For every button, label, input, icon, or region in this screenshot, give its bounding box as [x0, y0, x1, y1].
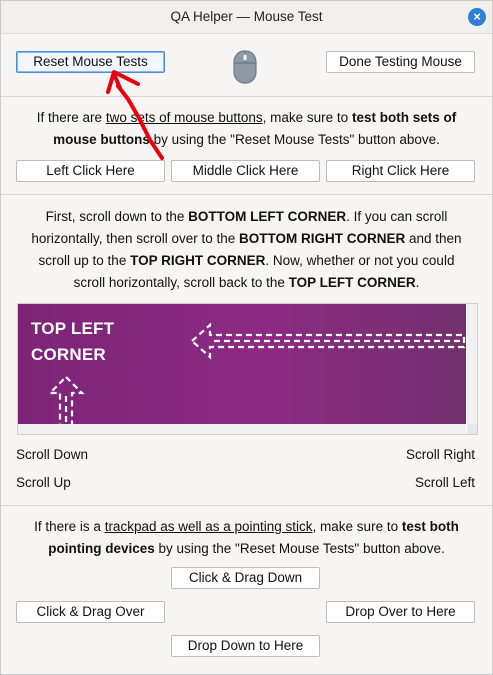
- scroll-test-area[interactable]: TOP LEFT CORNER: [17, 303, 478, 435]
- middle-click-button[interactable]: Middle Click Here: [171, 160, 320, 182]
- left-click-button[interactable]: Left Click Here: [16, 160, 165, 182]
- window-title: QA Helper — Mouse Test: [170, 9, 323, 24]
- reset-mouse-tests-button[interactable]: Reset Mouse Tests: [16, 51, 165, 73]
- click-drag-down-button[interactable]: Click & Drag Down: [171, 567, 320, 589]
- scrollbar-corner: [467, 424, 477, 434]
- scroll-up-label: Scroll Up: [16, 475, 71, 490]
- canvas-label-line2: CORNER: [31, 345, 106, 364]
- drop-over-target[interactable]: Drop Over to Here: [326, 601, 475, 623]
- scroll-down-label: Scroll Down: [16, 447, 89, 462]
- drop-down-target[interactable]: Drop Down to Here: [171, 635, 320, 657]
- separator: [1, 96, 492, 97]
- separator: [1, 194, 492, 195]
- title-bar[interactable]: QA Helper — Mouse Test ×: [1, 1, 492, 34]
- mouse-buttons-instructions: If there are two sets of mouse buttons, …: [36, 110, 457, 147]
- scroll-instructions: First, scroll down to the BOTTOM LEFT CO…: [31, 209, 462, 290]
- right-click-button[interactable]: Right Click Here: [326, 160, 475, 182]
- separator: [1, 505, 492, 506]
- drag-instructions: If there is a trackpad as well as a poin…: [34, 519, 459, 556]
- done-testing-mouse-button[interactable]: Done Testing Mouse: [326, 51, 475, 73]
- canvas-corner-label: TOP LEFT CORNER: [31, 316, 114, 368]
- left-arrow-icon: [190, 322, 466, 360]
- qa-helper-window: QA Helper — Mouse Test × Reset Mouse Tes…: [0, 0, 493, 675]
- horizontal-scrollbar[interactable]: [18, 424, 466, 434]
- scroll-right-label: Scroll Right: [405, 447, 475, 462]
- click-drag-over-button[interactable]: Click & Drag Over: [16, 601, 165, 623]
- mouse-icon: [233, 50, 257, 84]
- scroll-canvas[interactable]: TOP LEFT CORNER: [18, 304, 466, 424]
- canvas-label-line1: TOP LEFT: [31, 319, 115, 338]
- close-icon[interactable]: ×: [468, 8, 486, 26]
- up-arrow-icon: [47, 375, 85, 424]
- scroll-left-label: Scroll Left: [414, 475, 475, 490]
- vertical-scrollbar[interactable]: [467, 304, 477, 424]
